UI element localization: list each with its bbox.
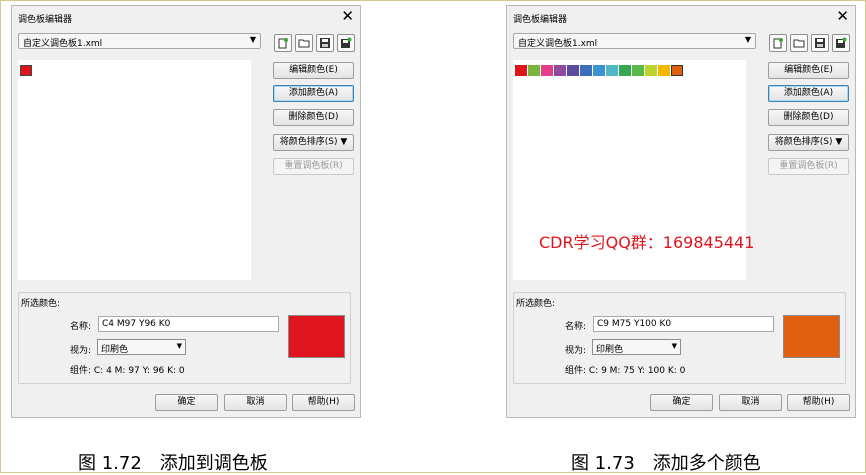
reset-palette-button: 重置调色板(R) — [768, 158, 849, 175]
ok-button[interactable]: 确定 — [650, 394, 713, 411]
palette-swatch-area[interactable] — [18, 60, 251, 280]
cancel-button[interactable]: 取消 — [224, 394, 287, 411]
color-swatch[interactable] — [567, 65, 579, 76]
color-swatch[interactable] — [541, 65, 553, 76]
figure-caption-1: 图 1.72 添加到调色板 — [78, 453, 268, 474]
color-swatch[interactable] — [632, 65, 644, 76]
dialog-title: 调色板编辑器 — [513, 15, 568, 25]
view-as-select[interactable]: 印刷色 ▼ — [97, 339, 186, 355]
save-icon — [320, 38, 330, 48]
view-as-value: 印刷色 — [596, 345, 624, 355]
new-palette-button[interactable] — [274, 34, 292, 52]
save-icon — [815, 38, 825, 48]
color-name-field[interactable]: C4 M97 Y96 K0 — [98, 316, 279, 332]
palette-file-select[interactable]: 自定义调色板1.xml ▼ — [513, 33, 756, 49]
view-as-select[interactable]: 印刷色 ▼ — [592, 339, 681, 355]
color-swatch[interactable] — [671, 65, 683, 76]
color-swatch[interactable] — [580, 65, 592, 76]
new-palette-button[interactable] — [769, 34, 787, 52]
selected-color-label: 所选颜色: — [515, 296, 557, 309]
help-button[interactable]: 帮助(H) — [292, 394, 355, 411]
color-swatch[interactable] — [619, 65, 631, 76]
delete-color-button[interactable]: 删除颜色(D) — [273, 109, 354, 126]
figure-caption-2: 图 1.73 添加多个颜色 — [571, 453, 761, 474]
components-text: 组件: C: 9 M: 75 Y: 100 K: 0 — [565, 366, 686, 376]
close-icon[interactable]: ✕ — [341, 7, 354, 25]
color-swatch[interactable] — [606, 65, 618, 76]
palette-editor-dialog-2: 调色板编辑器 ✕ 自定义调色板1.xml ▼ CDR学习QQ群：16984544… — [506, 5, 856, 418]
open-folder-icon — [793, 39, 805, 48]
title-bar: 调色板编辑器 ✕ — [12, 6, 360, 28]
color-swatch[interactable] — [515, 65, 527, 76]
dropdown-arrow-icon: ▼ — [249, 35, 256, 44]
color-swatch[interactable] — [20, 65, 32, 76]
color-swatch[interactable] — [593, 65, 605, 76]
reset-palette-button: 重置调色板(R) — [273, 158, 354, 175]
help-button[interactable]: 帮助(H) — [787, 394, 850, 411]
edit-color-button[interactable]: 编辑颜色(E) — [768, 62, 849, 79]
view-label: 视为: — [70, 346, 92, 356]
dropdown-arrow-icon: ▼ — [744, 35, 751, 44]
sort-colors-button[interactable]: 将颜色排序(S) ▼ — [768, 134, 849, 151]
color-swatch[interactable] — [528, 65, 540, 76]
components-text: 组件: C: 4 M: 97 Y: 96 K: 0 — [70, 366, 185, 376]
name-label: 名称: — [70, 322, 92, 332]
palette-file-value: 自定义调色板1.xml — [23, 39, 103, 49]
ok-button[interactable]: 确定 — [155, 394, 218, 411]
save-as-palette-button[interactable] — [337, 34, 355, 52]
save-palette-button[interactable] — [811, 34, 829, 52]
new-palette-icon — [773, 38, 783, 49]
dialog-title: 调色板编辑器 — [18, 15, 73, 25]
selected-color-preview — [783, 315, 840, 358]
selected-color-label: 所选颜色: — [20, 296, 62, 309]
name-label: 名称: — [565, 322, 587, 332]
close-icon[interactable]: ✕ — [836, 7, 849, 25]
add-color-button[interactable]: 添加颜色(A) — [273, 85, 354, 102]
dropdown-arrow-icon: ▼ — [671, 342, 677, 350]
sort-colors-button[interactable]: 将颜色排序(S) ▼ — [273, 134, 354, 151]
save-palette-button[interactable] — [316, 34, 334, 52]
palette-file-value: 自定义调色板1.xml — [518, 39, 598, 49]
new-palette-icon — [278, 38, 288, 49]
selected-color-preview — [288, 315, 345, 358]
dropdown-arrow-icon: ▼ — [176, 342, 182, 350]
open-palette-button[interactable] — [295, 34, 313, 52]
palette-editor-dialog-1: 调色板编辑器 ✕ 自定义调色板1.xml ▼ 编辑颜色(E) 添加颜色(A) 删… — [11, 5, 361, 418]
watermark-text: CDR学习QQ群：169845441 — [539, 233, 755, 252]
color-swatch[interactable] — [645, 65, 657, 76]
title-bar: 调色板编辑器 ✕ — [507, 6, 855, 28]
color-name-field[interactable]: C9 M75 Y100 K0 — [593, 316, 774, 332]
color-swatch[interactable] — [658, 65, 670, 76]
color-swatch[interactable] — [554, 65, 566, 76]
open-folder-icon — [298, 39, 310, 48]
save-as-palette-button[interactable] — [832, 34, 850, 52]
cancel-button[interactable]: 取消 — [719, 394, 782, 411]
view-as-value: 印刷色 — [101, 345, 129, 355]
edit-color-button[interactable]: 编辑颜色(E) — [273, 62, 354, 79]
delete-color-button[interactable]: 删除颜色(D) — [768, 109, 849, 126]
save-as-icon — [341, 37, 352, 48]
view-label: 视为: — [565, 346, 587, 356]
palette-file-select[interactable]: 自定义调色板1.xml ▼ — [18, 33, 261, 49]
save-as-icon — [836, 37, 847, 48]
open-palette-button[interactable] — [790, 34, 808, 52]
add-color-button[interactable]: 添加颜色(A) — [768, 85, 849, 102]
